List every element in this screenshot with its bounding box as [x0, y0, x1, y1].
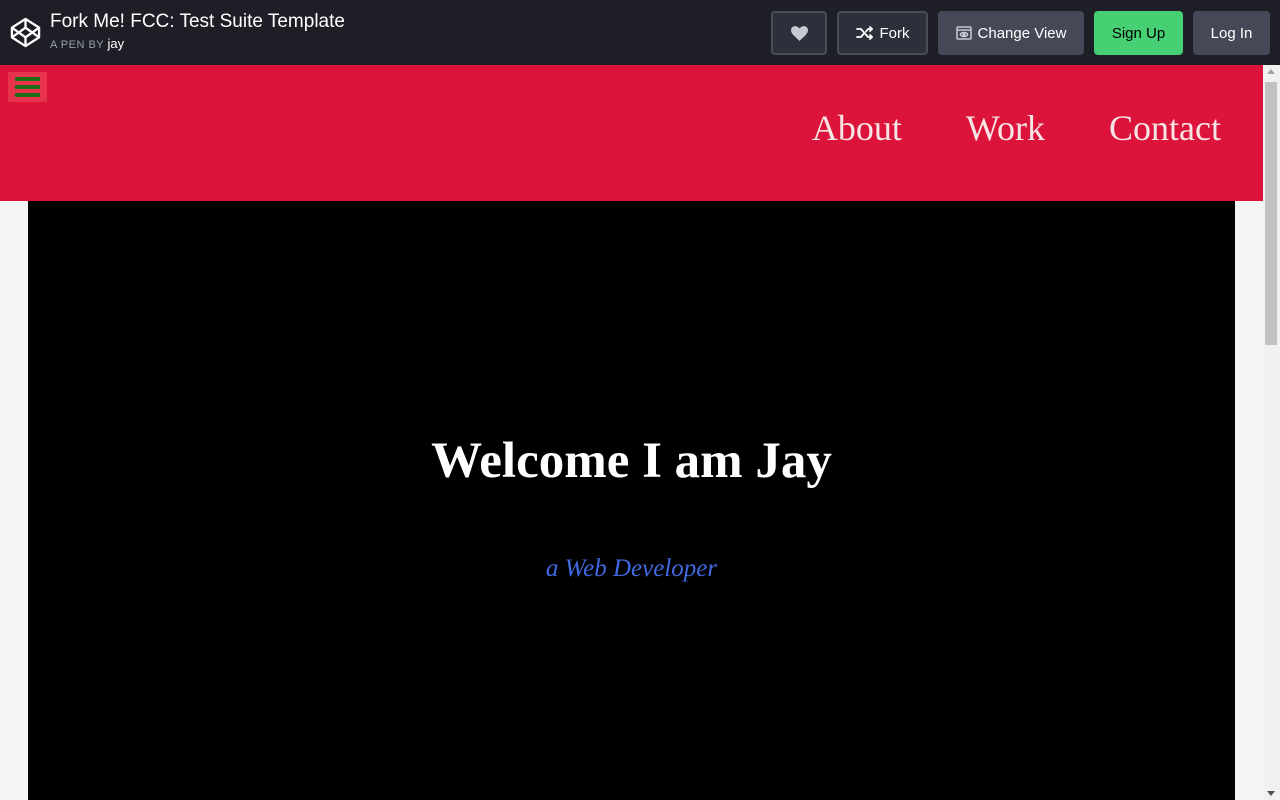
navbar: About Work Contact	[0, 65, 1263, 201]
author-link[interactable]: jay	[108, 36, 125, 51]
heart-icon	[790, 25, 808, 41]
scrollbar[interactable]	[1263, 65, 1280, 800]
fork-icon	[855, 26, 873, 40]
scroll-down-arrow-icon[interactable]	[1267, 791, 1275, 796]
heart-button[interactable]	[771, 11, 827, 55]
scroll-thumb[interactable]	[1265, 82, 1277, 345]
codepen-header: Fork Me! FCC: Test Suite Template A PEN …	[0, 0, 1280, 65]
byline-prefix: A PEN BY	[50, 39, 104, 51]
fork-label: Fork	[879, 24, 910, 42]
nav-links: About Work Contact	[812, 110, 1221, 146]
pen-preview: About Work Contact Welcome I am Jay a We…	[0, 65, 1280, 800]
sign-up-button[interactable]: Sign Up	[1094, 11, 1183, 55]
fork-button[interactable]: Fork	[837, 11, 928, 55]
welcome-section: Welcome I am Jay a Web Developer	[28, 201, 1235, 800]
change-view-label: Change View	[977, 24, 1067, 42]
pen-byline: A PEN BY jay	[50, 36, 124, 51]
scroll-up-arrow-icon[interactable]	[1267, 69, 1275, 74]
pen-title: Fork Me! FCC: Test Suite Template	[50, 11, 345, 32]
nav-link-work[interactable]: Work	[966, 110, 1045, 146]
welcome-title: Welcome I am Jay	[431, 433, 832, 489]
nav-link-about[interactable]: About	[812, 110, 902, 146]
codepen-logo-icon[interactable]	[10, 17, 41, 48]
log-in-button[interactable]: Log In	[1193, 11, 1270, 55]
nav-link-contact[interactable]: Contact	[1109, 110, 1221, 146]
change-view-icon	[955, 26, 972, 40]
welcome-subtitle: a Web Developer	[545, 555, 718, 582]
hamburger-menu-icon[interactable]	[8, 72, 47, 102]
change-view-button[interactable]: Change View	[938, 11, 1084, 55]
